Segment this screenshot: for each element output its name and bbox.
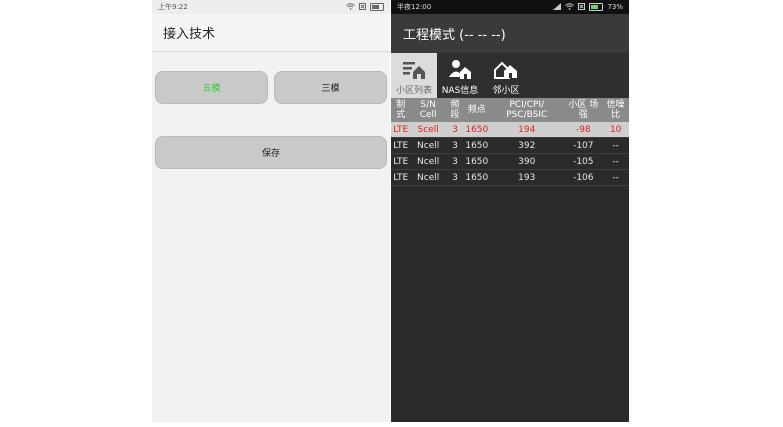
table-cell: 1650 (464, 153, 490, 170)
table-cell: 1650 (464, 122, 490, 138)
table-cell: -- (602, 153, 629, 170)
cell-table-area: 制式 S/N Cell 频段 频点 PCI/CPI/ PSC/BSIC 小区 场… (391, 98, 629, 186)
table-cell: 194 (489, 122, 565, 138)
table-row[interactable]: LTE Ncell 3 1650 392 -107 -- (391, 137, 629, 154)
right-phone-screen: 半夜12:00 73% 工程模式 (-- -- --) 小区列表 NAS信息 邻… (391, 0, 629, 422)
battery-icon (589, 3, 604, 11)
table-cell: Ncell (410, 169, 446, 186)
battery-icon (370, 3, 384, 11)
table-cell: 3 (445, 153, 465, 170)
header-cell: PCI/CPI/ PSC/BSIC (489, 98, 565, 122)
status-icons: 73% (553, 2, 623, 12)
table-cell: LTE (391, 137, 411, 154)
table-cell: LTE (391, 122, 411, 138)
neighbor-cell-icon (493, 57, 519, 84)
tab-neighbor-cells[interactable]: 邻小区 (483, 53, 529, 98)
status-icons (346, 2, 384, 12)
table-cell: -- (602, 169, 629, 186)
nas-user-icon (447, 57, 473, 84)
five-mode-button[interactable]: 五模 (155, 71, 268, 104)
tab-cell-list[interactable]: 小区列表 (391, 53, 437, 98)
table-cell: 1650 (464, 169, 490, 186)
table-row-serving-cell[interactable]: LTE Scell 3 1650 194 -98 10 (391, 122, 629, 138)
status-bar: 上午9:22 (152, 0, 390, 14)
tab-label: NAS信息 (441, 86, 479, 96)
three-mode-button[interactable]: 三模 (274, 71, 387, 104)
status-bar: 半夜12:00 73% (391, 0, 629, 14)
table-cell: LTE (391, 153, 411, 170)
table-cell: -107 (564, 137, 603, 154)
table-header-row: 制式 S/N Cell 频段 频点 PCI/CPI/ PSC/BSIC 小区 场… (391, 98, 629, 122)
tab-label: 小区列表 (395, 86, 432, 96)
table-cell: 3 (445, 122, 465, 138)
table-cell: 3 (445, 169, 465, 186)
table-cell: -98 (564, 122, 603, 138)
table-cell: -- (602, 137, 629, 154)
header-cell: 频点 (464, 98, 490, 122)
save-button[interactable]: 保存 (155, 136, 387, 169)
table-cell: -105 (564, 153, 603, 170)
table-cell: 193 (489, 169, 565, 186)
tab-bar: 小区列表 NAS信息 邻小区 (391, 53, 629, 98)
sim-icon (359, 2, 366, 12)
header-cell: 频段 (445, 98, 465, 122)
table-cell: Ncell (410, 153, 446, 170)
table-cell: LTE (391, 169, 411, 186)
page-title: 接入技术 (152, 14, 390, 52)
tab-label: 邻小区 (492, 86, 520, 96)
table-row[interactable]: LTE Ncell 3 1650 193 -106 -- (391, 169, 629, 186)
status-time: 上午9:22 (158, 3, 188, 11)
wifi-icon (565, 2, 575, 12)
header-cell: 小区 场强 (564, 98, 603, 122)
signal-icon (553, 2, 562, 12)
header-cell: 制式 (391, 98, 411, 122)
header-cell: S/N Cell (410, 98, 446, 122)
wifi-icon (346, 2, 355, 12)
table-cell: 3 (445, 137, 465, 154)
table-cell: Ncell (410, 137, 446, 154)
sim-icon (578, 2, 586, 12)
table-cell: 1650 (464, 137, 490, 154)
left-phone-screen: 上午9:22 接入技术 五模 三模 保存 (152, 0, 390, 422)
cell-table: 制式 S/N Cell 频段 频点 PCI/CPI/ PSC/BSIC 小区 场… (391, 98, 629, 186)
tab-nas-info[interactable]: NAS信息 (437, 53, 483, 98)
battery-percent: 73% (607, 3, 623, 11)
status-time: 半夜12:00 (397, 3, 432, 11)
table-cell: 10 (602, 122, 629, 138)
table-row[interactable]: LTE Ncell 3 1650 390 -105 -- (391, 153, 629, 170)
table-cell: Scell (410, 122, 446, 138)
table-cell: 390 (489, 153, 565, 170)
table-cell: 392 (489, 137, 565, 154)
header-cell: 信噪比 (602, 98, 629, 122)
table-cell: -106 (564, 169, 603, 186)
page-title: 工程模式 (-- -- --) (391, 14, 629, 53)
cell-list-icon (401, 57, 427, 84)
